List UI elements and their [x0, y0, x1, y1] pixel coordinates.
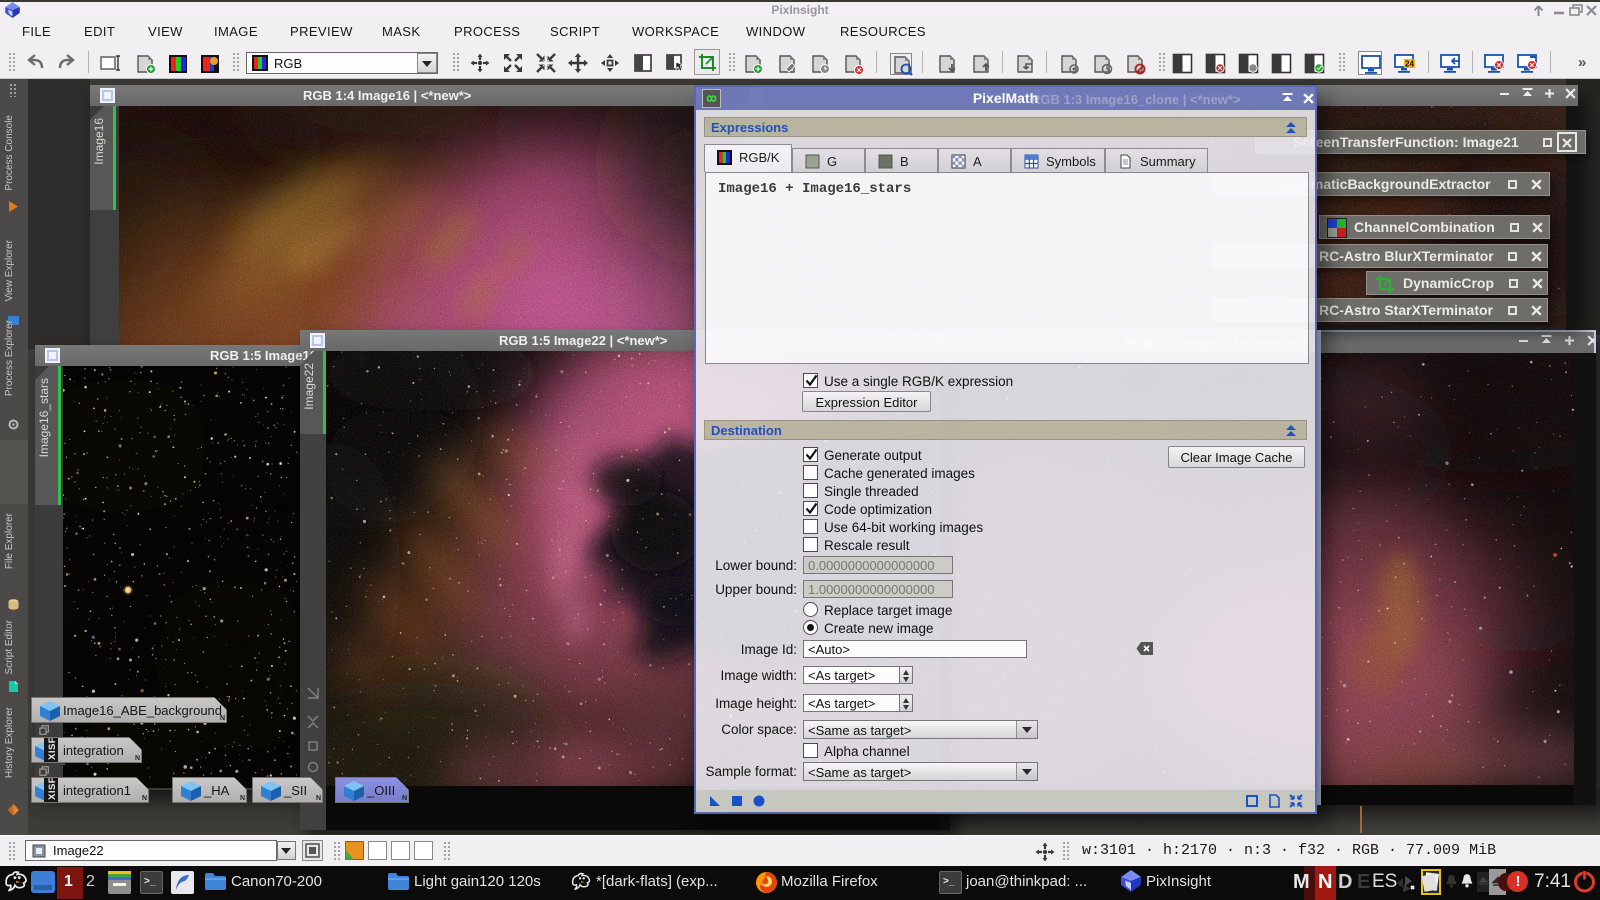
svg-text:XISF: XISF — [47, 778, 58, 800]
svg-text:24: 24 — [1405, 60, 1414, 69]
svg-text:XISF: XISF — [47, 738, 58, 760]
